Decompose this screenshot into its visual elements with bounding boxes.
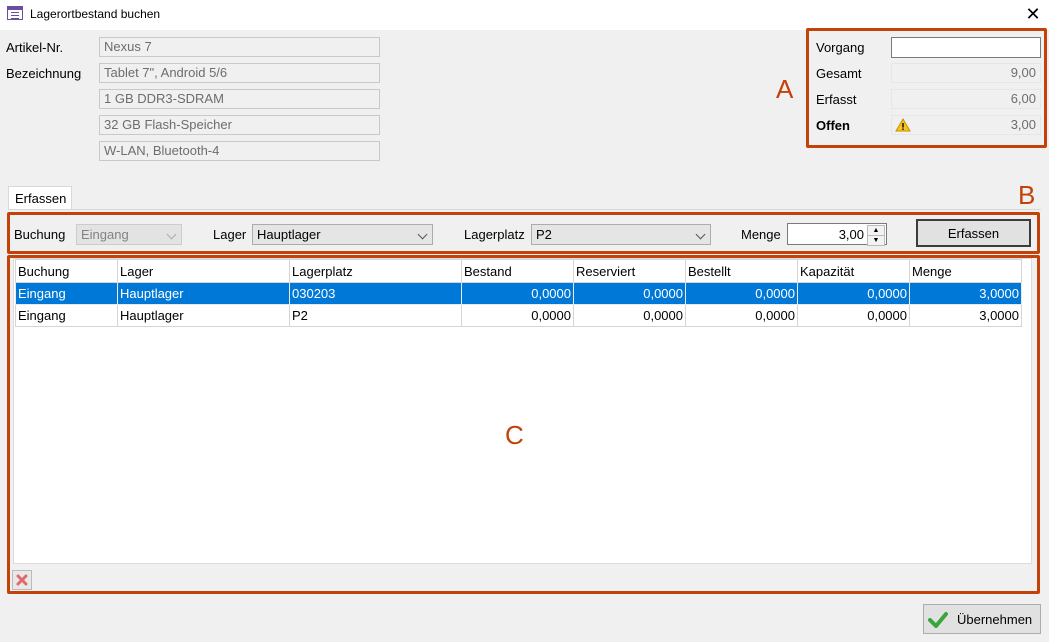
vorgang-input[interactable]: [891, 37, 1041, 58]
window-title: Lagerortbestand buchen: [30, 7, 161, 21]
warning-icon: [895, 118, 911, 132]
lager-label: Lager: [213, 227, 247, 242]
chevron-down-icon: [417, 229, 428, 240]
lagerplatz-select-value: P2: [536, 227, 552, 242]
col-header-buchung[interactable]: Buchung: [15, 259, 118, 283]
cell-bestand: 0,0000: [461, 304, 574, 327]
cell-kapazitaet: 0,0000: [797, 304, 910, 327]
col-header-menge[interactable]: Menge: [909, 259, 1022, 283]
uebernehmen-button[interactable]: Übernehmen: [923, 604, 1041, 634]
cell-lagerplatz: P2: [289, 304, 462, 327]
erfasst-label: Erfasst: [816, 92, 857, 107]
cell-lagerplatz: 030203: [289, 282, 462, 305]
chevron-down-icon: [695, 229, 706, 240]
stepper-down-icon[interactable]: ▼: [867, 235, 885, 246]
col-header-bestellt[interactable]: Bestellt: [685, 259, 798, 283]
close-icon[interactable]: ✕: [1022, 3, 1044, 25]
bezeichnung-line-3: 32 GB Flash-Speicher: [99, 115, 380, 135]
erfasst-value: 6,00: [891, 89, 1041, 109]
bezeichnung-line-4: W-LAN, Bluetooth-4: [99, 141, 380, 161]
offen-label: Offen: [816, 118, 850, 133]
cell-lager: Hauptlager: [117, 304, 290, 327]
gesamt-value: 9,00: [891, 63, 1041, 83]
tab-divider: [8, 209, 1041, 210]
chevron-down-icon: [166, 229, 177, 240]
buchung-select[interactable]: Eingang: [76, 224, 182, 245]
menge-label: Menge: [741, 227, 781, 242]
cell-lager: Hauptlager: [117, 282, 290, 305]
cell-bestellt: 0,0000: [685, 282, 798, 305]
cell-reserviert: 0,0000: [573, 282, 686, 305]
lager-select-value: Hauptlager: [257, 227, 321, 242]
menge-stepper[interactable]: 3,00 ▲ ▼: [787, 223, 887, 246]
delete-x-icon: [16, 574, 28, 586]
artikel-label: Artikel-Nr.: [6, 40, 64, 55]
cell-reserviert: 0,0000: [573, 304, 686, 327]
annotation-b: B: [1018, 180, 1036, 210]
col-header-lager[interactable]: Lager: [117, 259, 290, 283]
lagerplatz-label: Lagerplatz: [464, 227, 525, 242]
checkmark-icon: [928, 612, 948, 628]
bezeichnung-line-1: Tablet 7", Android 5/6: [99, 63, 380, 83]
delete-row-button[interactable]: [12, 570, 32, 590]
cell-bestand: 0,0000: [461, 282, 574, 305]
cell-buchung: Eingang: [15, 282, 118, 305]
lager-select[interactable]: Hauptlager: [252, 224, 433, 245]
cell-menge: 3,0000: [909, 304, 1022, 327]
bezeichnung-label: Bezeichnung: [6, 66, 82, 81]
tab-erfassen[interactable]: Erfassen: [8, 186, 72, 210]
table-row[interactable]: Eingang Hauptlager P2 0,0000 0,0000 0,00…: [15, 304, 1022, 327]
artikel-field: Nexus 7: [99, 37, 380, 57]
menge-value: 3,00: [838, 227, 864, 242]
gesamt-label: Gesamt: [816, 66, 862, 81]
cell-kapazitaet: 0,0000: [797, 282, 910, 305]
bezeichnung-line-2: 1 GB DDR3-SDRAM: [99, 89, 380, 109]
cell-menge: 3,0000: [909, 282, 1022, 305]
buchung-select-value: Eingang: [81, 227, 129, 242]
lagerplatz-select[interactable]: P2: [531, 224, 711, 245]
annotation-c: C: [505, 420, 524, 450]
col-header-bestand[interactable]: Bestand: [461, 259, 574, 283]
cell-bestellt: 0,0000: [685, 304, 798, 327]
col-header-lagerplatz[interactable]: Lagerplatz: [289, 259, 462, 283]
cell-buchung: Eingang: [15, 304, 118, 327]
annotation-a: A: [776, 74, 794, 104]
buchung-label: Buchung: [14, 227, 66, 242]
booking-table: Buchung Lager Lagerplatz Bestand Reservi…: [15, 259, 1022, 327]
window-app-icon: [7, 6, 23, 20]
col-header-kapazitaet[interactable]: Kapazität: [797, 259, 910, 283]
table-row[interactable]: Eingang Hauptlager 030203 0,0000 0,0000 …: [15, 282, 1022, 305]
erfassen-button[interactable]: Erfassen: [916, 219, 1031, 247]
vorgang-label: Vorgang: [816, 40, 865, 55]
uebernehmen-label: Übernehmen: [957, 612, 1033, 627]
offen-value: 3,00: [891, 115, 1041, 135]
col-header-reserviert[interactable]: Reserviert: [573, 259, 686, 283]
